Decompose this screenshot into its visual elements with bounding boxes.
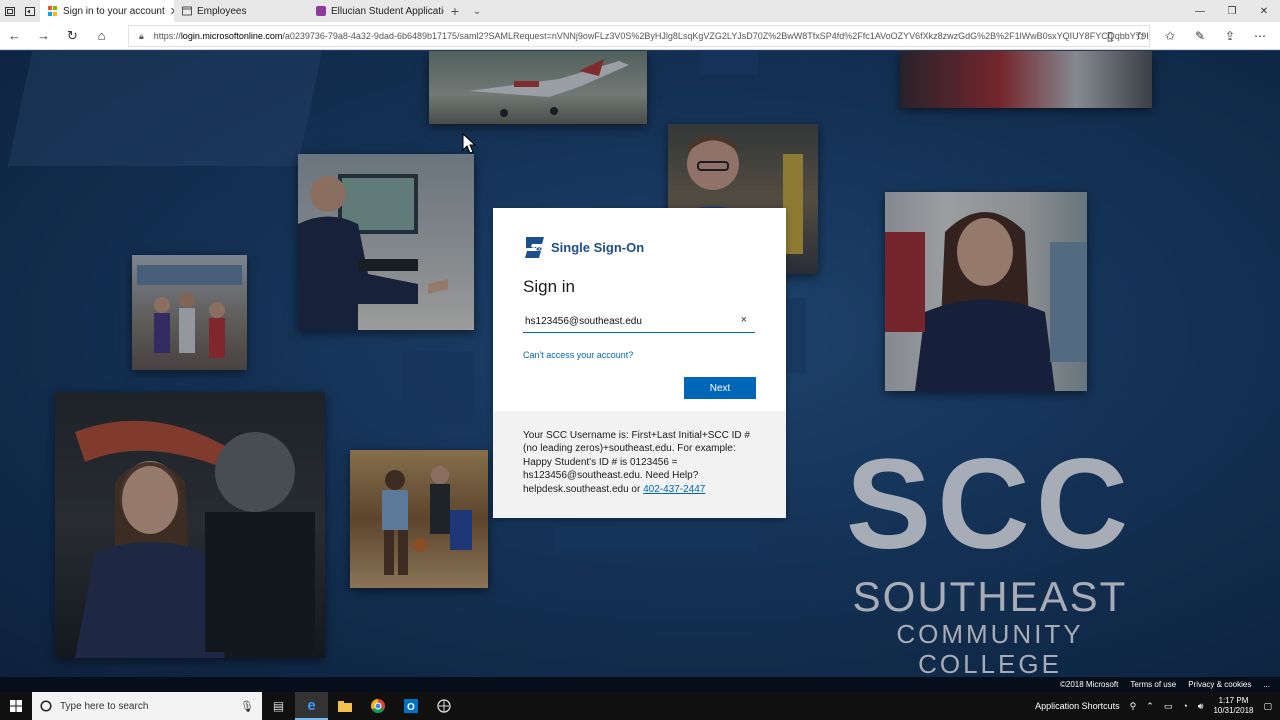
tab-label: Sign in to your account: [63, 5, 165, 17]
page-icon: [182, 6, 192, 16]
url-host: login.microsoftonline.com: [180, 31, 283, 41]
help-text-panel: Your SCC Username is: First+Last Initial…: [493, 411, 786, 518]
notes-pen-icon[interactable]: ✎: [1192, 29, 1208, 43]
clock-date: 10/31/2018: [1213, 706, 1254, 715]
app-shortcut-icon[interactable]: [427, 692, 460, 720]
show-hidden-icons-icon[interactable]: ⌃: [1146, 701, 1154, 712]
taskbar-search-box[interactable]: Type here to search 🎙︎: [32, 692, 262, 720]
forward-icon[interactable]: →: [29, 28, 58, 43]
next-button[interactable]: Next: [684, 377, 756, 399]
scc-logo-community-college: COMMUNITY COLLEGE: [896, 619, 1084, 677]
help-text: Your SCC Username is: First+Last Initial…: [523, 430, 750, 495]
task-view-icon[interactable]: ▤: [262, 692, 295, 720]
page-title: Sign in: [523, 277, 575, 296]
microphone-icon[interactable]: 🎙︎: [240, 700, 254, 713]
tab-sign-in[interactable]: Sign in to your account ✕: [40, 0, 174, 22]
clear-input-icon[interactable]: ×: [741, 314, 747, 326]
lock-icon: 🔒︎: [139, 30, 144, 41]
help-phone-link[interactable]: 402-437-2447: [643, 484, 705, 495]
tab-label: Employees: [197, 5, 247, 17]
address-bar: ← → ↻ ⌂ 🔒︎ https://login.microsoftonline…: [0, 22, 1280, 50]
mouse-cursor-icon: [462, 133, 476, 154]
url-scheme: https://: [153, 31, 181, 41]
minimize-icon[interactable]: —: [1184, 0, 1216, 22]
system-tray: Application Shortcuts ⚲ ⌃ ▭ ◔ 🔊︎ 1:17 PM…: [1035, 696, 1280, 716]
scc-background-logo: SCC SOUTHEAST COMMUNITY COLLEGE NEBRASKA: [820, 433, 1160, 678]
power-icon[interactable]: ▭: [1164, 701, 1173, 712]
chrome-icon[interactable]: [361, 692, 394, 720]
application-shortcuts-label[interactable]: Application Shortcuts: [1035, 701, 1120, 711]
chevron-down-icon[interactable]: ⌄: [466, 0, 488, 22]
page-footer: ©2018 Microsoft Terms of use Privacy & c…: [0, 677, 1280, 692]
microsoft-logo-icon: [48, 6, 58, 16]
browser-titlebar: Sign in to your account ✕ Employees Ellu…: [0, 0, 1280, 22]
email-field[interactable]: [523, 311, 733, 332]
scc-logo-southeast: SOUTHEAST: [852, 573, 1128, 620]
footer-more-icon[interactable]: ...: [1263, 680, 1270, 689]
new-tab-icon[interactable]: +: [444, 0, 466, 22]
favorite-star-icon[interactable]: ☆: [1132, 29, 1148, 43]
scc-logo-icon: SCC: [525, 237, 544, 258]
tab-manager-icon[interactable]: [0, 0, 20, 22]
network-icon[interactable]: ◔: [1182, 701, 1187, 711]
cortana-icon: [40, 700, 52, 712]
more-icon[interactable]: ⋯: [1252, 29, 1268, 43]
taskbar-clock[interactable]: 1:17 PM 10/31/2018: [1213, 696, 1253, 716]
clock-time: 1:17 PM: [1218, 696, 1249, 705]
back-icon[interactable]: ←: [0, 28, 29, 43]
file-explorer-icon[interactable]: [328, 692, 361, 720]
people-icon[interactable]: ⚲: [1130, 701, 1137, 712]
privacy-cookies-link[interactable]: Privacy & cookies: [1188, 680, 1251, 689]
copyright-text: ©2018 Microsoft: [1060, 680, 1119, 689]
tab-label: Ellucian Student Applicatior: [331, 5, 444, 17]
brand-header: SCC Single Sign-On: [523, 236, 756, 259]
taskbar: Type here to search 🎙︎ ▤ e O Application…: [0, 692, 1280, 720]
url-path: /a0239736-79a8-4a32-9dad-6b6489b17175/sa…: [282, 31, 1150, 41]
svg-text:SCC: SCC: [532, 247, 543, 253]
tab-ellucian[interactable]: Ellucian Student Applicatior: [308, 0, 444, 22]
sign-in-card: SCC Single Sign-On Sign in × Can't acces…: [493, 208, 786, 518]
favorites-hub-icon[interactable]: ✩: [1162, 29, 1178, 43]
action-center-icon[interactable]: ▢: [1263, 701, 1272, 712]
terms-of-use-link[interactable]: Terms of use: [1130, 680, 1176, 689]
refresh-icon[interactable]: ↻: [58, 28, 87, 44]
scc-logo-letters: SCC: [845, 433, 1135, 576]
home-icon[interactable]: ⌂: [87, 28, 116, 43]
cant-access-account-link[interactable]: Can't access your account?: [523, 350, 633, 360]
set-tabs-aside-icon[interactable]: [20, 0, 40, 22]
reading-view-icon[interactable]: ▯: [1102, 29, 1118, 43]
ellucian-logo-icon: [316, 6, 326, 16]
edge-browser-icon[interactable]: e: [295, 692, 328, 720]
brand-name: Single Sign-On: [551, 240, 645, 255]
restore-icon[interactable]: ❐: [1216, 0, 1248, 22]
search-placeholder: Type here to search: [60, 700, 149, 712]
tab-employees[interactable]: Employees: [174, 0, 308, 22]
url-field[interactable]: 🔒︎ https://login.microsoftonline.com/a02…: [128, 25, 1150, 47]
share-icon[interactable]: ⇪: [1222, 29, 1238, 43]
svg-text:O: O: [407, 702, 415, 713]
close-window-icon[interactable]: ✕: [1248, 0, 1280, 22]
windows-start-icon[interactable]: [0, 692, 32, 720]
email-field-wrapper: ×: [523, 311, 755, 333]
outlook-icon[interactable]: O: [394, 692, 427, 720]
volume-icon[interactable]: 🔊︎: [1198, 701, 1204, 712]
